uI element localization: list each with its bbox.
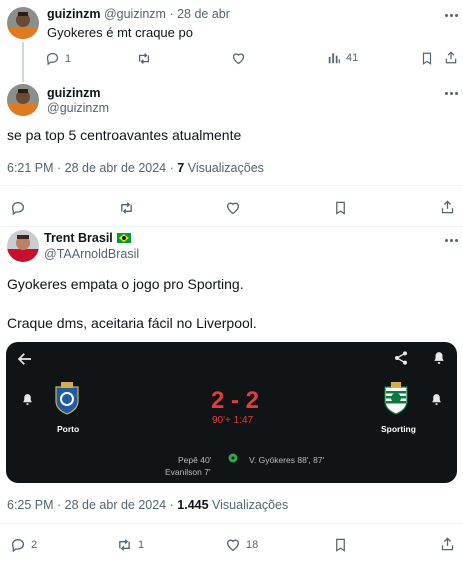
reply-button[interactable]: 2 xyxy=(10,537,37,553)
share-button[interactable] xyxy=(440,199,455,215)
share-button[interactable] xyxy=(440,536,455,552)
match-score-image[interactable]: Porto 2 - 2 90'+ 1:47 Sporting Pepê 40' … xyxy=(6,342,457,483)
bookmark-icon xyxy=(422,52,432,65)
author-handle[interactable]: @guizinzm xyxy=(104,7,166,21)
share-button[interactable] xyxy=(444,50,458,65)
porto-crest-icon xyxy=(55,382,79,415)
back-arrow-icon xyxy=(17,353,31,365)
tweet-date[interactable]: · 28 de abr xyxy=(169,7,229,21)
home-scorer: Pepê 40' xyxy=(178,455,212,465)
bell-icon xyxy=(434,352,444,364)
like-button[interactable]: 18 xyxy=(225,537,258,553)
share-icon xyxy=(441,537,454,551)
avatar-guizinzm-reply[interactable] xyxy=(7,7,39,39)
reply-button[interactable]: 1 xyxy=(45,51,71,66)
retweet-button[interactable] xyxy=(118,200,135,216)
share-icon xyxy=(395,351,407,365)
like-button[interactable] xyxy=(225,200,241,216)
author-name[interactable]: guizinzm xyxy=(47,86,100,100)
author-name[interactable]: Trent Brasil xyxy=(44,231,113,245)
views-count: 1.445 xyxy=(177,498,209,512)
retweet-button[interactable]: 1 xyxy=(116,537,144,553)
retweet-icon xyxy=(121,202,132,214)
reply-count: 1 xyxy=(65,52,72,65)
like-icon xyxy=(226,539,240,552)
divider xyxy=(0,226,463,227)
tweet-text-line1: Gyokeres empata o jogo pro Sporting. xyxy=(7,276,244,292)
author-handle[interactable]: @TAArnoldBrasil xyxy=(44,247,139,261)
tweet-time[interactable]: 6:25 PM · 28 de abr de 2024 · xyxy=(7,498,174,512)
more-options-button[interactable] xyxy=(442,86,460,100)
like-count: 18 xyxy=(246,539,259,551)
more-icon xyxy=(444,91,448,95)
more-icon xyxy=(444,13,448,17)
share-icon xyxy=(445,51,457,64)
reply-button[interactable] xyxy=(10,200,26,216)
more-options-button[interactable] xyxy=(442,233,460,247)
sporting-crest-icon xyxy=(384,382,408,415)
views-count: 7 xyxy=(177,161,185,175)
bookmark-icon xyxy=(336,201,345,215)
away-scorer: V. Gyökeres 88', 87' xyxy=(249,455,325,465)
like-icon xyxy=(232,53,245,65)
divider xyxy=(0,523,463,524)
more-options-button[interactable] xyxy=(442,8,460,22)
bookmark-button[interactable] xyxy=(333,200,348,216)
tweet-text-line2: Craque dms, aceitaria fácil no Liverpool… xyxy=(7,315,257,331)
views-button[interactable]: 41 xyxy=(327,51,358,65)
author-handle[interactable]: @guizinzm xyxy=(47,101,109,115)
more-icon xyxy=(444,238,448,242)
home-scorer: Evanilson 7' xyxy=(165,467,211,477)
share-icon xyxy=(441,200,454,214)
avatar-trent-brasil[interactable] xyxy=(7,230,39,262)
bell-icon xyxy=(432,394,441,405)
match-minute: 90'+ 1:47 xyxy=(212,415,254,426)
bookmark-button[interactable] xyxy=(420,51,434,66)
divider xyxy=(0,185,463,186)
reply-icon xyxy=(11,201,25,216)
like-icon xyxy=(226,202,240,215)
retweet-icon xyxy=(119,539,130,551)
views-icon xyxy=(328,53,340,64)
ball-icon xyxy=(228,453,238,463)
like-button[interactable] xyxy=(231,51,246,66)
tweet-timestamp: 6:25 PM · 28 de abr de 2024 · 1.445 Visu… xyxy=(7,498,288,512)
tweet-time[interactable]: 6:21 PM · 28 de abr de 2024 · xyxy=(7,161,174,175)
avatar-guizinzm-main[interactable] xyxy=(7,84,39,116)
retweet-icon xyxy=(139,53,149,64)
tweet-timestamp: 6:21 PM · 28 de abr de 2024 · 7 Visualiz… xyxy=(7,161,264,175)
views-label: Visualizações xyxy=(187,161,264,175)
tweet-text: se pa top 5 centroavantes atualmente xyxy=(7,127,242,143)
bookmark-button[interactable] xyxy=(333,537,348,553)
author-name[interactable]: guizinzm xyxy=(47,7,100,21)
bell-icon xyxy=(23,394,32,405)
thread-line xyxy=(22,42,24,82)
bookmark-icon xyxy=(336,538,345,552)
reply-icon xyxy=(46,52,59,66)
brazil-flag-icon xyxy=(116,233,131,243)
match-score: 2 - 2 xyxy=(211,387,260,414)
reply-count: 2 xyxy=(31,539,38,551)
tweet-text: Gyokeres é mt craque po xyxy=(47,25,193,40)
views-label: Visualizações xyxy=(212,498,289,512)
home-team-name: Porto xyxy=(57,424,80,434)
reply-icon xyxy=(11,538,25,553)
views-count: 41 xyxy=(346,52,359,64)
retweet-button[interactable] xyxy=(136,51,152,66)
retweet-count: 1 xyxy=(138,539,145,551)
away-team-name: Sporting xyxy=(381,424,416,434)
